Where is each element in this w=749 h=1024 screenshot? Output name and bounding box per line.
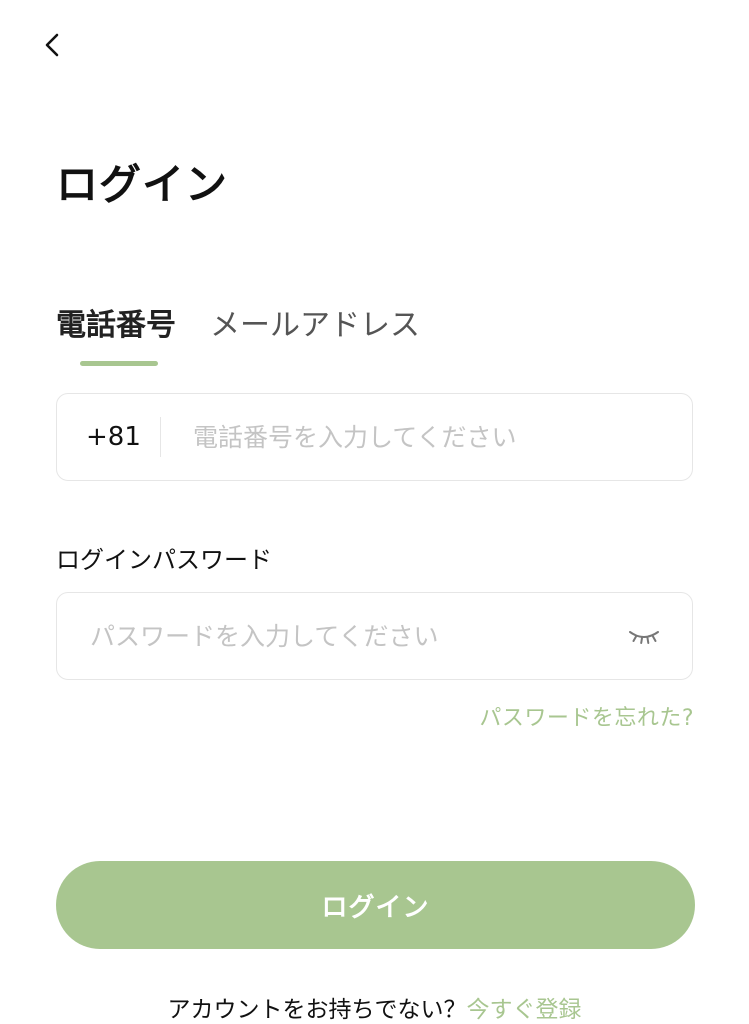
tab-phone-number[interactable]: 電話番号 (56, 308, 176, 366)
login-button[interactable]: ログイン (56, 861, 695, 949)
country-code-divider (160, 417, 161, 457)
password-input[interactable] (57, 621, 620, 651)
tab-email-address-label: メールアドレス (210, 308, 420, 343)
page-title: ログイン (56, 160, 229, 209)
phone-number-input[interactable] (193, 422, 692, 452)
password-visibility-toggle[interactable] (620, 612, 668, 660)
signup-prompt-text: アカウントをお持ちでない？ (167, 997, 467, 1023)
login-screen: ログイン 電話番号 メールアドレス +81 ログインパスワード パスワードを忘れ… (0, 0, 749, 1024)
signup-prompt-row: アカウントをお持ちでない？今すぐ登録 (0, 990, 749, 1024)
active-tab-indicator (80, 361, 158, 366)
password-input-group (56, 592, 693, 680)
chevron-left-icon (45, 33, 59, 57)
signup-link[interactable]: 今すぐ登録 (467, 997, 582, 1023)
tab-email-address[interactable]: メールアドレス (210, 308, 420, 366)
login-method-tabs: 電話番号 メールアドレス (56, 308, 420, 366)
password-label: ログインパスワード (56, 546, 272, 574)
eye-closed-icon (629, 631, 659, 644)
back-button[interactable] (30, 22, 76, 68)
tab-phone-number-label: 電話番号 (56, 308, 176, 343)
phone-input-group: +81 (56, 393, 693, 481)
country-code-selector[interactable]: +81 (57, 422, 160, 452)
forgot-password-link[interactable]: パスワードを忘れた? (479, 700, 694, 732)
